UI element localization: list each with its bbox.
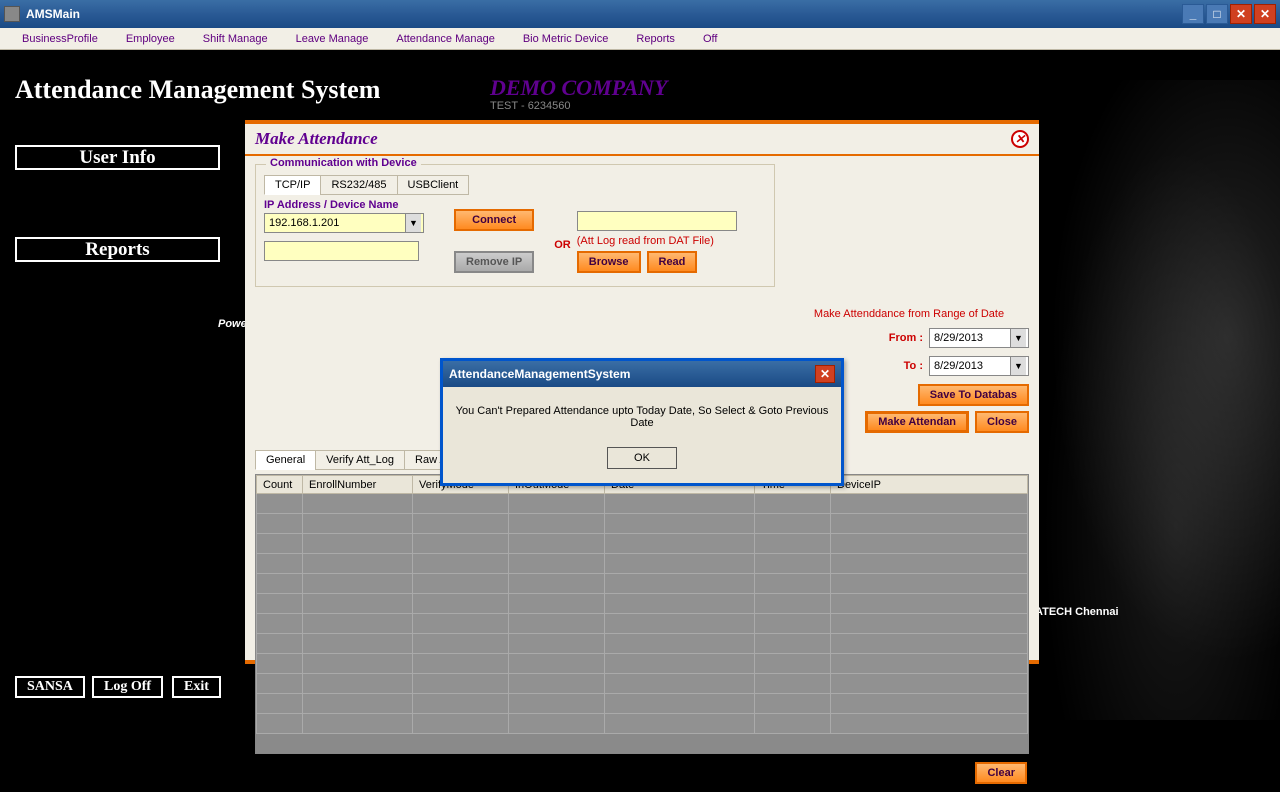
device-secondary-input[interactable] [264,241,419,261]
ok-button[interactable]: OK [607,447,677,469]
close-window-button[interactable]: ✕ [1230,4,1252,24]
dialog-title: AttendanceManagementSystem [449,367,630,381]
table-row [257,514,1028,534]
table-row [257,534,1028,554]
table-row [257,494,1028,514]
table-row [257,574,1028,594]
ip-label: IP Address / Device Name [264,199,434,211]
remove-ip-button[interactable]: Remove IP [454,251,534,273]
or-label: OR [554,239,571,251]
tab-rs232[interactable]: RS232/485 [320,175,397,195]
tab-usbclient[interactable]: USBClient [397,175,470,195]
table-row [257,654,1028,674]
reports-button[interactable]: Reports [15,237,220,262]
communication-groupbox: Communication with Device TCP/IP RS232/4… [255,164,775,287]
panel-title: Make Attendance [255,129,378,149]
menu-biometric-device[interactable]: Bio Metric Device [509,31,623,47]
col-enroll[interactable]: EnrollNumber [303,476,413,494]
exit-button[interactable]: Exit [172,676,221,698]
table-row [257,694,1028,714]
panel-close-icon[interactable]: ✕ [1011,130,1029,148]
ip-input[interactable] [265,214,405,232]
logoff-button[interactable]: Log Off [92,676,163,698]
titlebar: AMSMain _ □ ✕ ✕ [0,0,1280,28]
app-icon [4,6,20,22]
make-attendance-button[interactable]: Make Attendan [865,411,969,433]
table-row [257,594,1028,614]
groupbox-legend: Communication with Device [266,157,421,169]
read-button[interactable]: Read [647,251,698,273]
connect-button[interactable]: Connect [454,209,534,231]
from-date-picker[interactable]: ▼ [929,328,1029,348]
close-panel-button[interactable]: Close [975,411,1029,433]
menu-attendance-manage[interactable]: Attendance Manage [382,31,508,47]
message-dialog: AttendanceManagementSystem ✕ You Can't P… [440,358,844,486]
range-title: Make Attenddance from Range of Date [789,308,1029,320]
from-label: From : [889,332,923,344]
menu-shift-manage[interactable]: Shift Manage [189,31,282,47]
dialog-close-icon[interactable]: ✕ [815,365,835,383]
to-date-input[interactable] [930,357,1010,375]
chevron-down-icon[interactable]: ▼ [1010,329,1026,347]
app-title: Attendance Management System [15,75,380,105]
chevron-down-icon[interactable]: ▼ [405,214,421,232]
table-row [257,714,1028,734]
menu-employee[interactable]: Employee [112,31,189,47]
secondary-close-button[interactable]: ✕ [1254,4,1276,24]
menu-off[interactable]: Off [689,31,731,47]
attendance-grid[interactable]: Count EnrollNumber VerifyMode InOutMode … [255,474,1029,754]
maximize-button[interactable]: □ [1206,4,1228,24]
table-row [257,614,1028,634]
ip-combo[interactable]: ▼ [264,213,424,233]
tab-tcpip[interactable]: TCP/IP [264,175,321,195]
from-date-input[interactable] [930,329,1010,347]
save-to-database-button[interactable]: Save To Databas [918,384,1029,406]
minimize-button[interactable]: _ [1182,4,1204,24]
to-label: To : [904,360,923,372]
dat-file-input[interactable] [577,211,737,231]
col-deviceip[interactable]: DeviceIP [831,476,1028,494]
menubar: BusinessProfile Employee Shift Manage Le… [0,28,1280,50]
company-sub: TEST - 6234560 [490,100,571,112]
menu-leave-manage[interactable]: Leave Manage [282,31,383,47]
menu-reports[interactable]: Reports [622,31,689,47]
chevron-down-icon[interactable]: ▼ [1010,357,1026,375]
table-row [257,634,1028,654]
browse-button[interactable]: Browse [577,251,641,273]
tab-verify-attlog[interactable]: Verify Att_Log [315,450,405,470]
dialog-message: You Can't Prepared Attendance upto Today… [443,387,841,447]
dat-file-hint: (Att Log read from DAT File) [577,235,737,247]
sansa-button[interactable]: SANSA [15,676,85,698]
footer-right: ATECH Chennai [1035,606,1119,618]
menu-businessprofile[interactable]: BusinessProfile [8,31,112,47]
col-count[interactable]: Count [257,476,303,494]
user-info-button[interactable]: User Info [15,145,220,170]
to-date-picker[interactable]: ▼ [929,356,1029,376]
table-row [257,554,1028,574]
clear-button[interactable]: Clear [975,762,1027,784]
tab-general[interactable]: General [255,450,316,470]
table-row [257,674,1028,694]
window-title: AMSMain [26,7,1180,21]
company-name: DEMO COMPANY [490,75,667,101]
